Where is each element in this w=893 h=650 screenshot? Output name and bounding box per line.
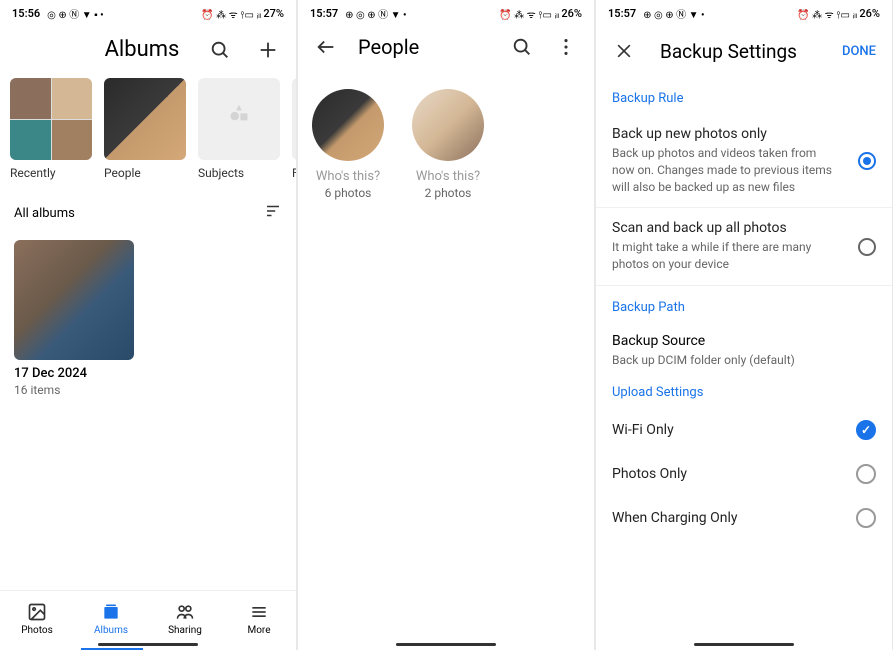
nav-label: Albums	[94, 625, 128, 636]
backup-path-label[interactable]: Backup Path	[596, 286, 892, 323]
person-name: Who's this?	[416, 169, 480, 184]
settings-header: Backup Settings DONE	[596, 25, 892, 77]
sort-icon[interactable]	[264, 202, 282, 224]
album-subjects[interactable]: Subjects	[198, 78, 280, 180]
album-thumbnail	[292, 78, 296, 160]
nav-more[interactable]: More	[222, 597, 296, 640]
album-item-count: 16 items	[14, 383, 282, 397]
quick-albums-row: Recently People Subjects F	[0, 70, 296, 188]
radio-selected-icon	[858, 152, 876, 170]
image-icon	[26, 601, 48, 623]
albums-icon	[100, 601, 122, 623]
checkbox-checked-icon	[856, 420, 876, 440]
backup-rule-new-only[interactable]: Back up new photos only Back up photos a…	[596, 114, 892, 208]
status-bar: 15:57 ⊕ ◎ ⊕ Ⓝ ▼ • ⏰ ⁂ ᯤ ⫯▭ ᵢₗₗ 26%	[298, 0, 594, 25]
backup-rule-label: Backup Rule	[596, 77, 892, 114]
option-title: Scan and back up all photos	[612, 220, 840, 236]
page-title: Albums	[76, 37, 208, 62]
album-thumbnail	[198, 78, 280, 160]
gesture-bar[interactable]	[98, 643, 198, 646]
option-description: It might take a while if there are many …	[612, 239, 840, 273]
nav-label: More	[247, 625, 270, 636]
sharing-icon	[174, 601, 196, 623]
toggle-charging-only[interactable]: When Charging Only	[596, 496, 892, 540]
status-icons-left: ⊕ ◎ ⊕ Ⓝ ▼ •	[643, 6, 704, 21]
people-list: Who's this? 6 photos Who's this? 2 photo…	[298, 69, 594, 220]
search-icon[interactable]	[510, 35, 534, 59]
status-time: 15:57	[310, 7, 338, 20]
menu-icon	[248, 601, 270, 623]
status-icons-left: ⊕ ◎ ⊕ Ⓝ ▼ •	[345, 6, 406, 21]
album-thumbnail	[104, 78, 186, 160]
page-title: Backup Settings	[660, 40, 818, 63]
status-time: 15:57	[608, 7, 636, 20]
album-partial[interactable]: F	[292, 78, 296, 180]
album-label: People	[104, 166, 186, 180]
albums-screen: 15:56 ◎ ⊕ Ⓝ ▼ ▪ • ⏰ ⁂ ᯤ ⫯▭ ᵢₗₗ 27% Album…	[0, 0, 296, 650]
status-time: 15:56	[12, 7, 40, 20]
toggle-label: When Charging Only	[612, 510, 738, 526]
album-label: F	[292, 166, 296, 180]
person-item[interactable]: Who's this? 6 photos	[312, 89, 384, 200]
all-albums-header: All albums	[0, 188, 296, 232]
battery-level: 26%	[859, 7, 880, 20]
all-albums-label: All albums	[14, 206, 75, 221]
radio-unselected-icon	[858, 238, 876, 256]
back-icon[interactable]	[314, 35, 338, 59]
gesture-bar[interactable]	[694, 643, 794, 646]
status-icons-right: ⏰ ⁂ ᯤ ⫯▭ ᵢₗₗ	[499, 7, 559, 21]
bottom-navigation: Photos Albums Sharing More	[0, 590, 296, 650]
nav-albums[interactable]: Albums	[74, 597, 148, 640]
nav-sharing[interactable]: Sharing	[148, 597, 222, 640]
person-avatar	[312, 89, 384, 161]
nav-label: Sharing	[168, 625, 202, 636]
upload-settings-label[interactable]: Upload Settings	[596, 371, 892, 408]
toggle-wifi-only[interactable]: Wi-Fi Only	[596, 408, 892, 452]
person-avatar	[412, 89, 484, 161]
search-icon[interactable]	[208, 38, 232, 62]
toggle-photos-only[interactable]: Photos Only	[596, 452, 892, 496]
album-label: Subjects	[198, 166, 280, 180]
status-icons-right: ⏰ ⁂ ᯤ ⫯▭ ᵢₗₗ	[797, 7, 857, 21]
battery-level: 26%	[561, 7, 582, 20]
person-name: Who's this?	[316, 169, 380, 184]
album-title: 17 Dec 2024	[14, 366, 282, 381]
album-thumbnail	[14, 240, 134, 360]
status-icons-right: ⏰ ⁂ ᯤ ⫯▭ ᵢₗₗ	[201, 7, 261, 21]
backup-settings-screen: 15:57 ⊕ ◎ ⊕ Ⓝ ▼ • ⏰ ⁂ ᯤ ⫯▭ ᵢₗₗ 26% Backu…	[596, 0, 892, 650]
checkbox-unchecked-icon	[856, 508, 876, 528]
status-icons-left: ◎ ⊕ Ⓝ ▼ ▪ •	[47, 6, 103, 21]
page-title: People	[358, 35, 490, 59]
close-icon[interactable]	[612, 39, 636, 63]
add-icon[interactable]	[256, 38, 280, 62]
album-label: Recently	[10, 166, 92, 180]
gesture-bar[interactable]	[396, 643, 496, 646]
people-screen: 15:57 ⊕ ◎ ⊕ Ⓝ ▼ • ⏰ ⁂ ᯤ ⫯▭ ᵢₗₗ 26% Peopl…	[298, 0, 594, 650]
more-icon[interactable]	[554, 35, 578, 59]
album-people[interactable]: People	[104, 78, 186, 180]
done-button[interactable]: DONE	[842, 44, 876, 59]
albums-header: Albums	[0, 25, 296, 70]
person-photo-count: 6 photos	[325, 186, 372, 200]
status-bar: 15:57 ⊕ ◎ ⊕ Ⓝ ▼ • ⏰ ⁂ ᯤ ⫯▭ ᵢₗₗ 26%	[596, 0, 892, 25]
person-photo-count: 2 photos	[425, 186, 472, 200]
status-bar: 15:56 ◎ ⊕ Ⓝ ▼ ▪ • ⏰ ⁂ ᯤ ⫯▭ ᵢₗₗ 27%	[0, 0, 296, 25]
album-thumbnail	[10, 78, 92, 160]
checkbox-unchecked-icon	[856, 464, 876, 484]
nav-label: Photos	[21, 625, 53, 636]
option-title: Back up new photos only	[612, 126, 840, 142]
option-description: Back up photos and videos taken from now…	[612, 145, 840, 195]
backup-rule-scan-all[interactable]: Scan and back up all photos It might tak…	[596, 208, 892, 286]
album-recently[interactable]: Recently	[10, 78, 92, 180]
toggle-label: Photos Only	[612, 466, 687, 482]
album-date[interactable]: 17 Dec 2024 16 items	[0, 232, 296, 405]
nav-photos[interactable]: Photos	[0, 597, 74, 640]
people-header: People	[298, 25, 594, 69]
toggle-label: Wi-Fi Only	[612, 422, 674, 438]
backup-source-row[interactable]: Backup Source Back up DCIM folder only (…	[596, 323, 892, 371]
person-item[interactable]: Who's this? 2 photos	[412, 89, 484, 200]
backup-source-title: Backup Source	[612, 333, 876, 349]
backup-source-description: Back up DCIM folder only (default)	[612, 353, 876, 367]
battery-level: 27%	[263, 7, 284, 20]
